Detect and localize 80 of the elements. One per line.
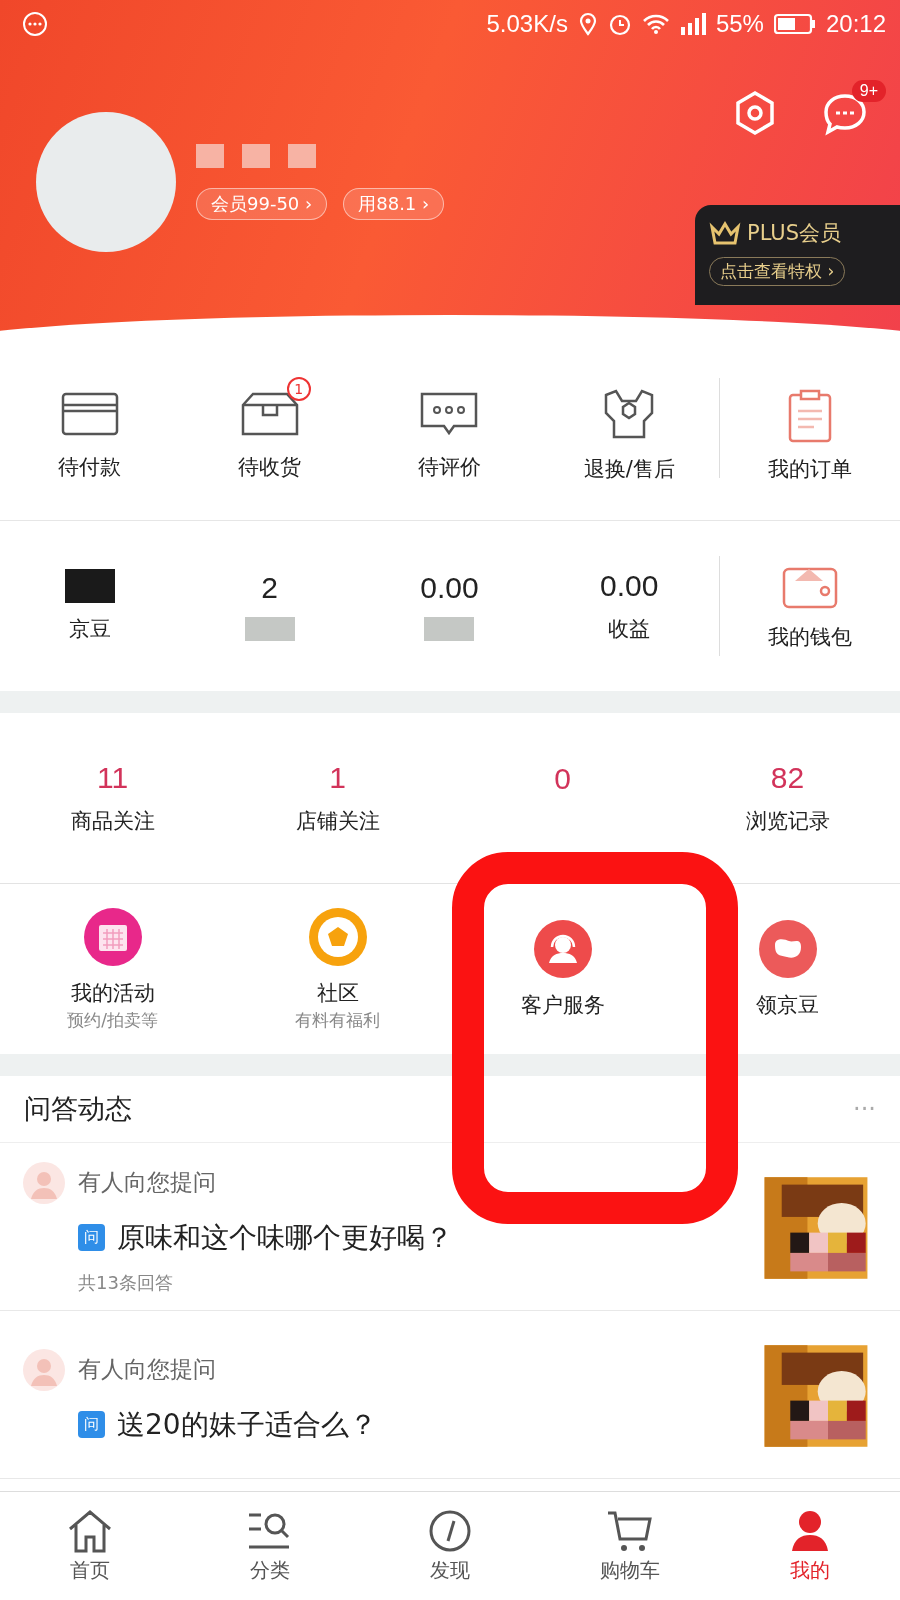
redaction-block bbox=[424, 617, 475, 641]
order-status-label: 待收货 bbox=[238, 453, 302, 481]
follow-stat[interactable]: 1 店铺关注 bbox=[225, 761, 450, 835]
order-status-item[interactable]: 1 待收货 bbox=[179, 374, 360, 481]
home-icon bbox=[66, 1508, 114, 1553]
my-wallet-item[interactable]: 我的钱包 bbox=[720, 561, 900, 651]
crown-icon bbox=[709, 221, 741, 245]
order-status-item[interactable]: 待付款 bbox=[0, 374, 180, 481]
service-item[interactable]: 我的活动 预约/拍卖等 bbox=[0, 906, 225, 1032]
follow-count: 1 bbox=[329, 761, 346, 795]
follow-label: 浏览记录 bbox=[745, 808, 830, 835]
wallet-stat[interactable]: 0.00 bbox=[359, 571, 540, 641]
asker-text: 有人向您提问 bbox=[78, 1168, 216, 1197]
order-status-label: 退换/售后 bbox=[583, 455, 675, 483]
alarm-icon bbox=[607, 12, 632, 36]
follow-count: 0 bbox=[554, 762, 571, 796]
follow-count: 11 bbox=[96, 761, 129, 795]
clipboard-icon bbox=[787, 388, 834, 443]
wallet-stat[interactable]: 2 bbox=[179, 571, 360, 641]
question-tag: 问 bbox=[78, 1411, 105, 1438]
avatar-icon bbox=[22, 1160, 66, 1205]
more-icon bbox=[22, 11, 48, 37]
count-badge: 1 bbox=[286, 376, 311, 401]
redaction-block bbox=[244, 617, 295, 641]
question-card[interactable]: 有人向您提问 问 原味和这个味哪个更好喝？ 共13条回答 bbox=[0, 1143, 900, 1311]
battery-percent: 55% bbox=[715, 10, 764, 38]
follow-stat[interactable]: 82 浏览记录 bbox=[675, 761, 900, 835]
tab[interactable]: 首页 bbox=[0, 1492, 180, 1600]
plus-card[interactable]: PLUS会员 点击查看特权 › bbox=[695, 205, 900, 305]
follow-label: 店铺关注 bbox=[295, 808, 380, 835]
service-item[interactable]: 社区 有料有福利 bbox=[225, 906, 450, 1032]
service-label: 我的活动 bbox=[70, 979, 155, 1007]
order-status-label: 待付款 bbox=[58, 453, 122, 481]
stat-value: 0.00 bbox=[420, 571, 479, 605]
tab[interactable]: 发现 bbox=[360, 1492, 540, 1600]
question-text: 送20的妹子适合么？ bbox=[117, 1406, 377, 1443]
my-orders-item[interactable]: 我的订单 bbox=[720, 372, 900, 483]
order-status-item[interactable]: 待评价 bbox=[359, 374, 540, 481]
asker-text: 有人向您提问 bbox=[78, 1355, 216, 1384]
question-tag: 问 bbox=[78, 1224, 105, 1251]
avatar-icon bbox=[22, 1347, 66, 1392]
signal-icon bbox=[679, 13, 706, 35]
location-icon bbox=[577, 12, 598, 36]
follow-stat[interactable]: 11 商品关注 bbox=[0, 761, 225, 835]
service-subtitle: 有料有福利 bbox=[295, 1008, 380, 1032]
tab[interactable]: 分类 bbox=[180, 1492, 360, 1600]
stat-value: 2 bbox=[261, 571, 279, 605]
wifi-icon bbox=[641, 13, 670, 35]
service-subtitle: 预约/拍卖等 bbox=[67, 1008, 158, 1032]
message-badge: 9+ bbox=[851, 80, 886, 102]
service-item[interactable]: 客户服务 bbox=[450, 919, 675, 1019]
follow-stat[interactable]: 0 bbox=[450, 762, 675, 834]
plus-title: PLUS会员 bbox=[747, 220, 842, 247]
service-label: 社区 bbox=[316, 979, 359, 1007]
order-status-label: 待评价 bbox=[418, 453, 481, 481]
follow-label: 商品关注 bbox=[70, 808, 155, 835]
stat-label: 京豆 bbox=[68, 616, 111, 643]
stat-label: 收益 bbox=[608, 616, 651, 643]
wallet-stat[interactable]: 0.00 收益 bbox=[539, 569, 720, 643]
question-card[interactable]: 有人向您提问 问 送20的妹子适合么？ bbox=[0, 1311, 900, 1479]
order-status-item[interactable]: 退换/售后 bbox=[539, 372, 720, 483]
tab[interactable]: 我的 bbox=[720, 1492, 900, 1600]
follow-count: 82 bbox=[770, 761, 805, 795]
wallet-stat[interactable]: 京豆 bbox=[0, 569, 180, 643]
service-label: 领京豆 bbox=[756, 992, 819, 1019]
service-label: 客户服务 bbox=[520, 992, 605, 1019]
network-speed: 5.03K/s bbox=[486, 10, 568, 38]
tab[interactable]: 购物车 bbox=[540, 1492, 720, 1600]
my-wallet-label: 我的钱包 bbox=[768, 624, 853, 651]
answer-count: 共13条回答 bbox=[77, 1270, 174, 1295]
section-title: 问答动态 bbox=[24, 1092, 132, 1126]
stat-value: 0.00 bbox=[600, 569, 659, 603]
clock: 20:12 bbox=[825, 10, 886, 38]
my-orders-label: 我的订单 bbox=[768, 455, 853, 483]
question-text: 原味和这个味哪个更好喝？ bbox=[117, 1219, 453, 1256]
redaction-block bbox=[64, 569, 115, 603]
service-item[interactable]: 领京豆 bbox=[675, 919, 900, 1019]
card-icon bbox=[60, 390, 119, 437]
chat-icon bbox=[420, 390, 479, 437]
battery-icon bbox=[773, 13, 816, 35]
